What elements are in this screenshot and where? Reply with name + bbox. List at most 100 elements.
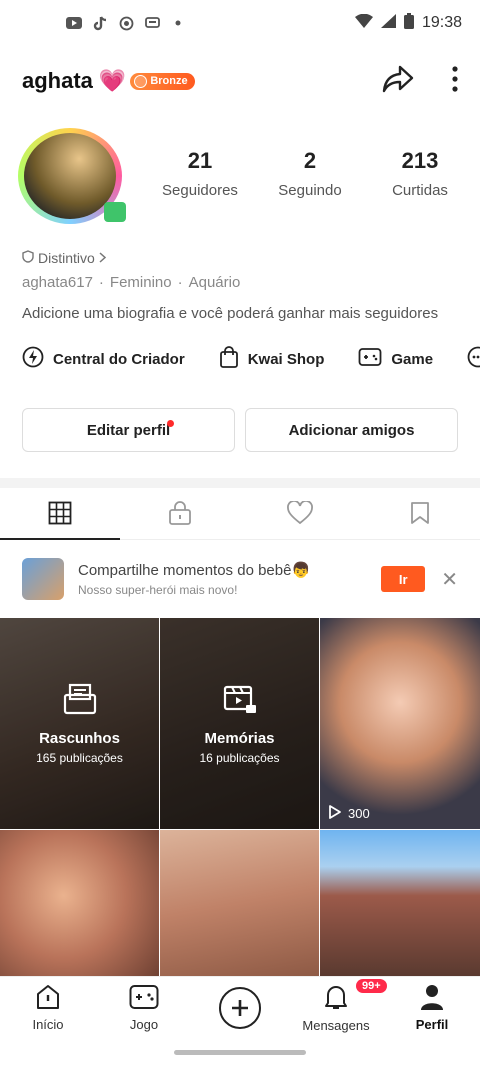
- section-divider: [0, 478, 480, 488]
- promo-thumbnail: [22, 558, 64, 600]
- drafts-tile[interactable]: Rascunhos 165 publicações: [0, 618, 159, 829]
- likes-label: Curtidas: [392, 182, 448, 199]
- tool-label: Central do Criador: [53, 350, 185, 368]
- avatar-photo: [24, 133, 116, 219]
- bell-icon: [323, 983, 349, 1014]
- video-tile[interactable]: [160, 830, 319, 976]
- bolt-circle-icon: [22, 346, 44, 372]
- followers-label: Seguidores: [162, 182, 238, 199]
- add-friends-button[interactable]: Adicionar amigos: [245, 408, 458, 452]
- badge-outline-icon: [22, 250, 34, 266]
- bookmark-icon: [410, 501, 430, 530]
- plus-circle-icon: [219, 986, 261, 1029]
- badge-icon: [134, 74, 148, 88]
- profile-summary: 21 Seguidores 2 Seguindo 213 Curtidas: [0, 122, 480, 242]
- signal-icon: [380, 13, 396, 33]
- close-icon[interactable]: ✕: [441, 567, 458, 592]
- tab-saved[interactable]: [360, 492, 480, 539]
- record-icon: [118, 16, 134, 30]
- promo-go-button[interactable]: Ir: [381, 566, 426, 592]
- following-label: Seguindo: [278, 182, 342, 199]
- nav-create[interactable]: [192, 977, 288, 1038]
- drafts-icon: [63, 683, 97, 720]
- promo-subtitle: Nosso super-herói mais novo!: [78, 583, 238, 597]
- chevron-right-icon: [99, 250, 106, 266]
- handle: aghata617: [22, 274, 93, 291]
- view-count: 300: [328, 804, 370, 823]
- status-bar: 19:38: [0, 0, 480, 46]
- shopping-bag-icon: [219, 346, 239, 372]
- promo-banner[interactable]: Compartilhe momentos do bebê👦 Nosso supe…: [0, 548, 480, 610]
- memories-count: 16 publicações: [199, 750, 280, 765]
- distintivo-label: Distintivo: [38, 250, 95, 266]
- promo-title: Compartilhe momentos do bebê👦: [78, 562, 311, 579]
- battery-icon: [403, 12, 414, 34]
- video-tile[interactable]: 300: [320, 618, 480, 829]
- gamepad-icon: [129, 984, 159, 1013]
- message-count-badge: 99+: [356, 979, 387, 993]
- chat-icon: [144, 16, 160, 30]
- bronze-badge[interactable]: Bronze: [130, 72, 195, 90]
- tiktok-icon: [92, 15, 108, 30]
- likes-count: 213: [401, 148, 439, 173]
- bio-prompt[interactable]: Adicione uma biografia e você poderá gan…: [22, 305, 438, 322]
- bottom-navigation: Início Jogo 99+ Mensagens Perfil: [0, 976, 480, 1038]
- add-friends-label: Adicionar amigos: [288, 421, 415, 439]
- stat-followers[interactable]: 21 Seguidores: [150, 148, 250, 199]
- heart-emoji: 💗: [98, 68, 127, 93]
- profile-header: aghata 💗 Bronze: [0, 56, 480, 106]
- lock-icon: [168, 500, 192, 531]
- username: aghata: [22, 68, 93, 93]
- edit-profile-label: Editar perfil: [86, 421, 171, 439]
- dot-icon: [170, 16, 186, 30]
- nav-label: Mensagens: [302, 1017, 370, 1033]
- wifi-icon: [354, 13, 373, 33]
- badge-label: Bronze: [150, 75, 188, 87]
- tool-game[interactable]: Game: [358, 347, 433, 371]
- tab-private[interactable]: [120, 492, 240, 539]
- tool-kwai-shop[interactable]: Kwai Shop: [219, 346, 325, 372]
- profile-meta: aghata617 · Feminino · Aquário: [22, 274, 240, 291]
- more-vertical-icon[interactable]: [452, 65, 458, 97]
- stat-following[interactable]: 2 Seguindo: [260, 148, 360, 199]
- status-time: 19:38: [421, 14, 462, 31]
- youtube-icon: [66, 16, 82, 30]
- gender: Feminino: [109, 274, 172, 291]
- edit-profile-button[interactable]: Editar perfil: [22, 408, 235, 452]
- gift-icon: [104, 202, 126, 222]
- memories-tile[interactable]: Memórias 16 publicações: [160, 618, 319, 829]
- nav-label: Perfil: [415, 1016, 449, 1032]
- video-tile[interactable]: [320, 830, 480, 976]
- memories-title: Memórias: [204, 729, 275, 747]
- drafts-title: Rascunhos: [39, 729, 120, 747]
- creator-tools: Central do Criador Kwai Shop Game: [22, 346, 480, 372]
- meta-separator: ·: [177, 274, 183, 291]
- more-chat-icon: [467, 346, 480, 372]
- gesture-bar[interactable]: [174, 1050, 306, 1055]
- distintivo-link[interactable]: Distintivo: [22, 250, 106, 266]
- zodiac-sign: Aquário: [188, 274, 241, 291]
- nav-messages[interactable]: 99+ Mensagens: [288, 977, 387, 1038]
- tool-more[interactable]: [467, 346, 480, 372]
- stat-likes[interactable]: 213 Curtidas: [370, 148, 470, 199]
- memories-icon: [223, 683, 257, 720]
- video-tile[interactable]: [0, 830, 159, 976]
- grid-icon: [48, 501, 72, 530]
- tool-creator-center[interactable]: Central do Criador: [22, 346, 185, 372]
- nav-profile[interactable]: Perfil: [384, 977, 480, 1038]
- share-arrow-icon[interactable]: [382, 65, 414, 98]
- nav-label: Início: [32, 1016, 64, 1032]
- avatar[interactable]: [12, 126, 130, 226]
- content-tabs: [0, 492, 480, 540]
- tab-posts[interactable]: [0, 492, 120, 540]
- notification-dot: [167, 420, 174, 427]
- tool-label: Kwai Shop: [247, 350, 325, 368]
- nav-game[interactable]: Jogo: [96, 977, 192, 1038]
- nav-label: Jogo: [129, 1016, 159, 1032]
- drafts-count: 165 publicações: [36, 750, 123, 765]
- nav-home[interactable]: Início: [0, 977, 96, 1038]
- person-icon: [420, 984, 444, 1013]
- heart-icon: [287, 500, 313, 530]
- tab-liked[interactable]: [240, 492, 360, 539]
- play-icon: [328, 804, 342, 823]
